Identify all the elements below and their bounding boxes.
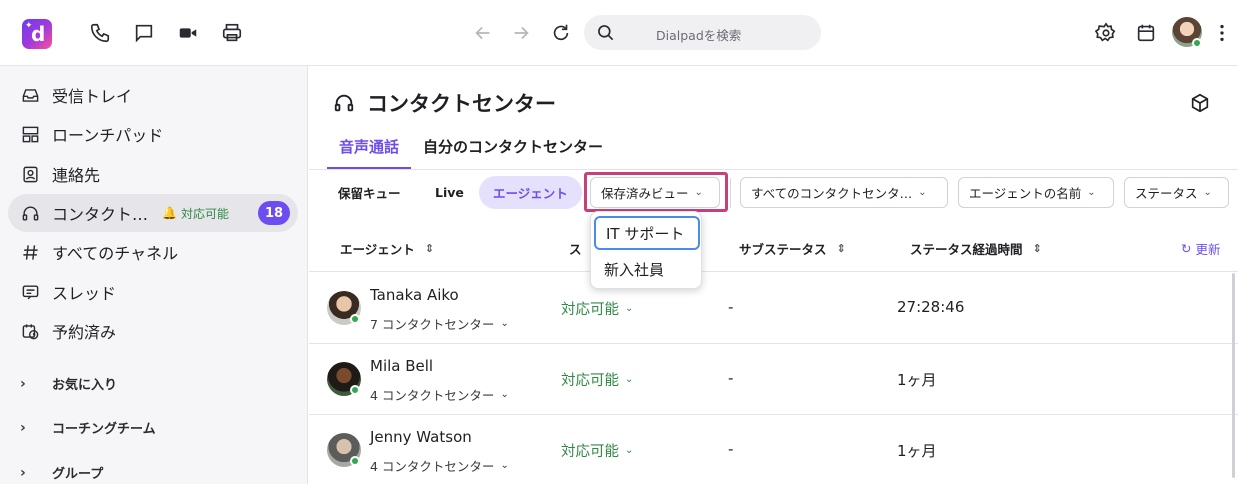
hash-icon xyxy=(20,242,40,262)
top-bar: ✦ d Dialpadを検索 xyxy=(0,0,1238,66)
chevron-down-icon: ⌄ xyxy=(1203,187,1212,198)
menu-item-new-employees[interactable]: 新入社員 xyxy=(594,252,700,286)
sort-icon: ⇕ xyxy=(1032,242,1042,255)
contact-centers-toggle[interactable]: 7 コンタクトセンター ⌄ xyxy=(370,314,509,333)
col-substatus[interactable]: サブステータス ⇕ xyxy=(739,239,846,258)
bell-icon: 🔔 xyxy=(162,206,177,220)
status-dropdown[interactable]: 対応可能 ⌄ xyxy=(561,369,633,390)
refresh-icon: ↻ xyxy=(1181,241,1192,256)
inbox-icon xyxy=(20,85,40,105)
contact-centers-toggle[interactable]: 4 コンタクトセンター ⌄ xyxy=(370,385,509,404)
search-icon xyxy=(598,25,614,41)
search-bar[interactable]: Dialpadを検索 xyxy=(584,15,821,50)
headset-icon xyxy=(20,203,40,223)
section-groups[interactable]: › グループ xyxy=(20,463,103,483)
launchpad-icon xyxy=(20,124,40,144)
main-panel: コンタクトセンター 音声通話 自分のコンタクトセンター 保留キュー Live エ… xyxy=(309,66,1238,484)
chevron-right-icon: › xyxy=(20,375,26,392)
status-dropdown[interactable]: 対応可能 ⌄ xyxy=(561,298,633,319)
tab-voice-calls[interactable]: 音声通話 xyxy=(327,136,412,170)
presence-dot xyxy=(350,314,360,324)
chip-live[interactable]: Live xyxy=(435,176,464,209)
settings-icon[interactable] xyxy=(1094,21,1118,45)
presence-dot xyxy=(350,456,360,466)
presence-dot xyxy=(1192,38,1202,48)
chip-hold-queue[interactable]: 保留キュー xyxy=(338,176,401,209)
sidebar-item-launchpad[interactable]: ローンチパッド xyxy=(8,115,298,153)
section-coaching-team[interactable]: › コーチングチーム xyxy=(20,418,156,438)
scrollbar[interactable] xyxy=(1232,273,1235,478)
cube-icon[interactable] xyxy=(1189,92,1211,114)
table-row[interactable]: Mila Bell 4 コンタクトセンター ⌄ 対応可能 ⌄ - 1ヶ月 xyxy=(309,344,1238,415)
table-header: エージェント ⇕ ス サブステータス ⇕ ステータス経過時間 ⇕ ↻ 更新 xyxy=(309,224,1238,272)
chevron-down-icon: ⌄ xyxy=(500,389,509,400)
refresh-button[interactable]: ↻ 更新 xyxy=(1181,239,1221,258)
headset-icon xyxy=(334,94,354,112)
section-favorites[interactable]: › お気に入り xyxy=(20,374,117,394)
chevron-down-icon: ⌄ xyxy=(1087,187,1096,198)
filter-divider xyxy=(730,178,731,208)
filter-row: 保留キュー Live エージェント 保存済みビュー ⌄ すべてのコンタクトセンタ…… xyxy=(309,174,1238,212)
unread-badge: 18 xyxy=(258,201,290,225)
sort-icon: ⇕ xyxy=(836,242,846,255)
page-title: コンタクトセンター xyxy=(333,88,556,118)
chevron-right-icon: › xyxy=(20,464,26,481)
saved-views-menu: IT サポート 新入社員 xyxy=(590,211,702,289)
chevron-down-icon: ⌄ xyxy=(625,374,634,385)
printer-icon[interactable] xyxy=(220,21,244,45)
chevron-down-icon: ⌄ xyxy=(500,460,509,471)
thread-icon xyxy=(20,282,40,302)
sidebar-item-inbox[interactable]: 受信トレイ xyxy=(8,76,298,114)
scheduled-icon xyxy=(20,321,40,341)
dialpad-logo[interactable]: ✦ d xyxy=(22,19,52,49)
chip-agents[interactable]: エージェント xyxy=(479,176,582,209)
status-filter[interactable]: ステータス ⌄ xyxy=(1124,177,1229,208)
table-row[interactable]: Tanaka Aiko 7 コンタクトセンター ⌄ 対応可能 ⌄ - 27:28:4… xyxy=(309,273,1238,344)
agent-name-filter[interactable]: エージェントの名前 ⌄ xyxy=(958,177,1114,208)
chevron-down-icon: ⌄ xyxy=(500,318,509,329)
search-placeholder: Dialpadを検索 xyxy=(656,28,742,43)
sidebar-item-all-channels[interactable]: すべてのチャネル xyxy=(8,233,298,271)
col-status[interactable]: ス xyxy=(569,239,582,258)
contact-centers-toggle[interactable]: 4 コンタクトセンター ⌄ xyxy=(370,456,509,475)
sidebar: 受信トレイ ローンチパッド 連絡先 コンタクト… 🔔 対応可能 18 すべてのチ… xyxy=(0,66,308,484)
saved-views-highlight xyxy=(584,172,728,212)
contacts-icon xyxy=(20,164,40,184)
reload-icon[interactable] xyxy=(549,21,573,45)
calendar-icon[interactable] xyxy=(1134,21,1158,45)
phone-icon[interactable] xyxy=(88,21,112,45)
back-arrow-icon[interactable] xyxy=(471,21,495,45)
presence-dot xyxy=(350,385,360,395)
sidebar-item-scheduled[interactable]: 予約済み xyxy=(8,312,298,350)
sidebar-item-contacts[interactable]: 連絡先 xyxy=(8,155,298,193)
chevron-right-icon: › xyxy=(20,419,26,436)
sidebar-item-threads[interactable]: スレッド xyxy=(8,273,298,311)
menu-item-it-support[interactable]: IT サポート xyxy=(594,216,700,250)
chevron-down-icon: ⌄ xyxy=(625,303,634,314)
video-icon[interactable] xyxy=(176,21,200,45)
chevron-down-icon: ⌄ xyxy=(625,445,634,456)
contact-center-filter[interactable]: すべてのコンタクトセンタ… ⌄ xyxy=(740,177,948,208)
tab-my-contact-center[interactable]: 自分のコンタクトセンター xyxy=(411,136,615,170)
col-agent[interactable]: エージェント ⇕ xyxy=(340,239,434,258)
forward-arrow-icon[interactable] xyxy=(509,21,533,45)
tabs-divider xyxy=(309,169,1238,170)
sort-icon: ⇕ xyxy=(424,242,434,255)
col-status-duration[interactable]: ステータス経過時間 ⇕ xyxy=(910,239,1042,258)
tab-bar: 音声通話 自分のコンタクトセンター xyxy=(327,136,615,170)
status-available: 🔔 対応可能 xyxy=(162,206,229,221)
chevron-down-icon: ⌄ xyxy=(918,187,927,198)
status-dropdown[interactable]: 対応可能 ⌄ xyxy=(561,440,633,461)
sidebar-item-contact-center[interactable]: コンタクト… 🔔 対応可能 18 xyxy=(8,194,298,232)
chat-icon[interactable] xyxy=(132,21,156,45)
more-icon[interactable] xyxy=(1210,21,1234,45)
table-row[interactable]: Jenny Watson 4 コンタクトセンター ⌄ 対応可能 ⌄ - 1ヶ月 xyxy=(309,415,1238,484)
